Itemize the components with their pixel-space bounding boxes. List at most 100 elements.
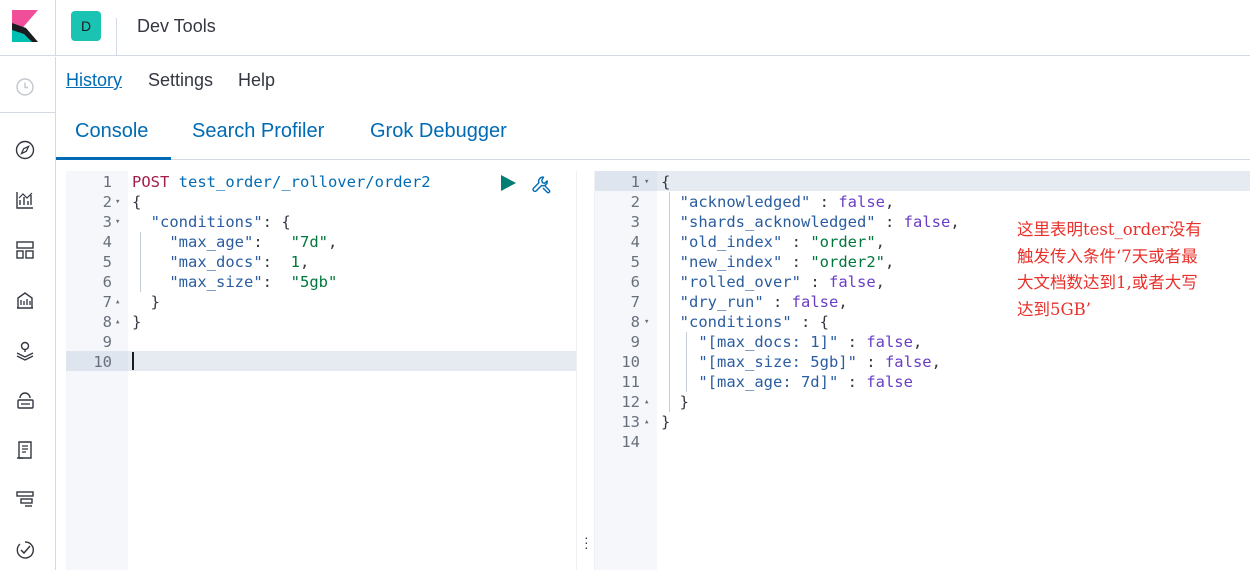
json-key: "acknowledged" xyxy=(679,193,811,211)
settings-link[interactable]: Settings xyxy=(148,70,213,91)
fold-open-icon[interactable]: ▾ xyxy=(644,172,649,192)
fold-close-icon[interactable]: ▴ xyxy=(115,312,120,332)
request-code[interactable]: POST test_order/_rollover/order2 { "cond… xyxy=(128,171,576,570)
active-line-highlight xyxy=(128,351,576,371)
tab-grok-debugger[interactable]: Grok Debugger xyxy=(370,120,507,143)
line-number: 10 xyxy=(621,353,640,371)
line-number: 3 xyxy=(102,213,112,231)
line-number: 4 xyxy=(630,233,640,251)
json-key: "max_size" xyxy=(169,273,263,291)
annotation-note: 这里表明test_order没有 触发传入条件‘7天或者最 大文档数达到1,或者… xyxy=(1017,217,1249,323)
json-value: false xyxy=(903,213,951,231)
ml-icon[interactable] xyxy=(14,389,36,411)
line-number: 4 xyxy=(102,233,112,251)
line-number: 12 xyxy=(621,393,640,411)
clock-icon[interactable] xyxy=(14,76,36,98)
visualize-icon[interactable] xyxy=(14,189,36,211)
logs-icon[interactable] xyxy=(14,439,36,461)
line-number: 8 xyxy=(102,313,112,331)
code-line: "max_docs": 1, xyxy=(169,253,310,271)
side-nav xyxy=(0,57,56,570)
json-key: "new_index" xyxy=(679,253,783,271)
line-number: 5 xyxy=(102,253,112,271)
code-line: "max_size": "5gb" xyxy=(169,273,338,291)
header-divider xyxy=(116,18,117,56)
json-key: "max_docs" xyxy=(169,253,263,271)
code-line: "shards_acknowledged" : false, xyxy=(679,213,960,231)
code-line: { xyxy=(661,173,671,191)
code-line: "acknowledged" : false, xyxy=(679,193,895,211)
code-line: "[max_age: 7d]" : false xyxy=(698,373,913,391)
code-line: "old_index" : "order", xyxy=(679,233,885,251)
line-number: 13 xyxy=(621,413,640,431)
line-number: 2 xyxy=(630,193,640,211)
json-key: "[max_size: 5gb]" xyxy=(698,353,857,371)
code-line: "[max_docs: 1]" : false, xyxy=(698,333,923,351)
space-avatar[interactable]: D xyxy=(71,11,101,41)
tab-bar: Console Search Profiler Grok Debugger xyxy=(56,108,1250,160)
pane-resizer[interactable]: · · · xyxy=(576,171,595,570)
line-number: 9 xyxy=(102,333,112,351)
fold-open-icon[interactable]: ▾ xyxy=(644,312,649,332)
request-editor[interactable]: 1 2 ▾ 3 ▾ 4 5 6 7 ▴ 8 ▴ 9 10 POST test_o… xyxy=(66,171,576,570)
maps-icon[interactable] xyxy=(14,339,36,361)
line-number: 8 xyxy=(630,313,640,331)
page-title: Dev Tools xyxy=(137,16,216,36)
json-key: "rolled_over" xyxy=(679,273,801,291)
line-number: 14 xyxy=(621,433,640,451)
line-number: 10 xyxy=(93,353,112,371)
json-value: "order" xyxy=(810,233,876,251)
canvas-icon[interactable] xyxy=(14,289,36,311)
wrench-icon[interactable] xyxy=(530,174,552,196)
code-line: "conditions" : { xyxy=(679,313,829,331)
line-number: 7 xyxy=(102,293,112,311)
fold-close-icon[interactable]: ▴ xyxy=(115,292,120,312)
tab-console[interactable]: Console xyxy=(75,120,148,143)
header-divider xyxy=(55,0,56,56)
json-value: "5gb" xyxy=(290,273,338,291)
json-key: "conditions" xyxy=(150,213,263,231)
code-line: "conditions": { xyxy=(150,213,291,231)
kibana-logo-icon[interactable] xyxy=(12,10,38,42)
json-value: false xyxy=(829,273,876,291)
code-line: "max_age": "7d", xyxy=(169,233,338,251)
nav-divider xyxy=(0,112,55,113)
json-value: 1 xyxy=(290,253,300,271)
annotation-line: 大文档数达到1,或者大写 xyxy=(1017,273,1198,292)
annotation-line: 这里表明test_order没有 xyxy=(1017,220,1202,239)
line-number: 1 xyxy=(102,173,112,191)
text-cursor xyxy=(132,352,134,370)
code-line: "dry_run" : false, xyxy=(679,293,848,311)
drag-handle-icon[interactable]: · · · xyxy=(584,530,589,554)
fold-open-icon[interactable]: ▾ xyxy=(115,212,120,232)
uptime-icon[interactable] xyxy=(14,539,36,561)
code-line: } xyxy=(661,393,689,411)
code-line: "[max_size: 5gb]" : false, xyxy=(698,353,941,371)
fold-close-icon[interactable]: ▴ xyxy=(644,412,649,432)
json-key: "conditions" xyxy=(679,313,792,331)
history-link[interactable]: History xyxy=(66,70,122,91)
line-number: 9 xyxy=(630,333,640,351)
tab-search-profiler[interactable]: Search Profiler xyxy=(192,120,324,143)
play-icon[interactable] xyxy=(498,173,518,193)
json-key: "old_index" xyxy=(679,233,783,251)
line-number: 1 xyxy=(630,173,640,191)
line-number: 2 xyxy=(102,193,112,211)
code-line: } xyxy=(132,293,160,311)
line-number: 6 xyxy=(102,273,112,291)
apm-icon[interactable] xyxy=(14,489,36,511)
annotation-line: 达到5GB’ xyxy=(1017,299,1092,319)
compass-icon[interactable] xyxy=(14,139,36,161)
line-number: 11 xyxy=(621,373,640,391)
code-line: "rolled_over" : false, xyxy=(679,273,886,291)
help-link[interactable]: Help xyxy=(238,70,275,91)
line-number: 3 xyxy=(630,213,640,231)
json-value: false xyxy=(791,293,839,311)
json-value: false xyxy=(884,353,932,371)
json-value: false xyxy=(866,373,913,391)
fold-close-icon[interactable]: ▴ xyxy=(644,392,649,412)
dashboard-icon[interactable] xyxy=(14,239,36,261)
active-line-highlight xyxy=(657,171,1250,191)
line-number: 5 xyxy=(630,253,640,271)
fold-open-icon[interactable]: ▾ xyxy=(115,192,120,212)
